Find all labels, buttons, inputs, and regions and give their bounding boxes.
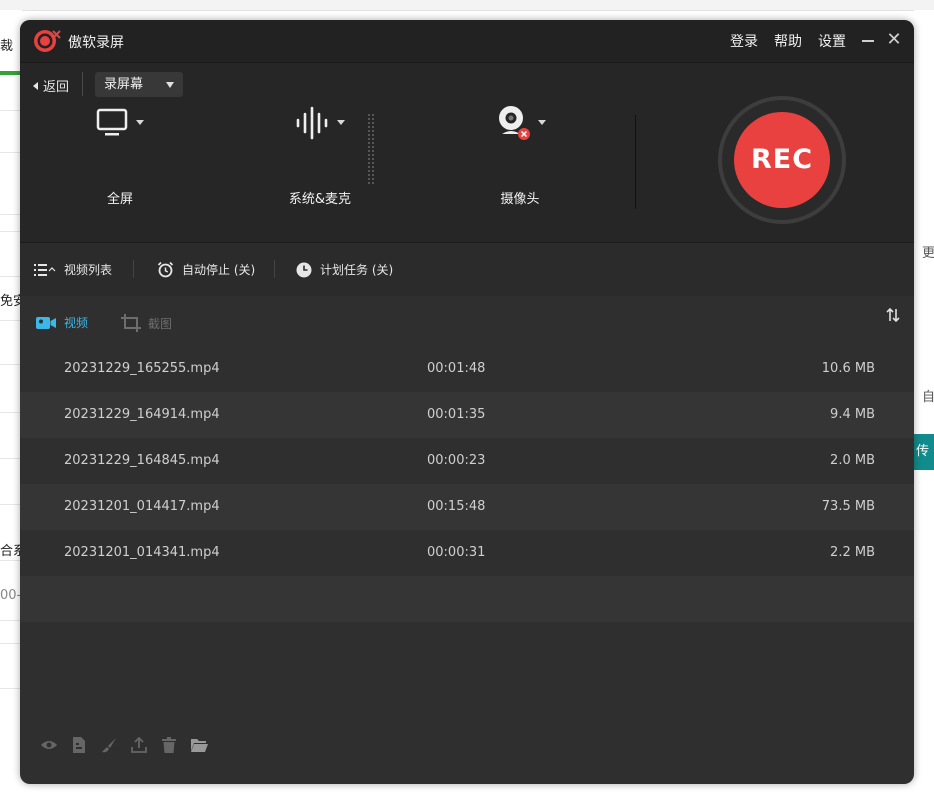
clock-icon xyxy=(296,262,312,277)
table-row[interactable]: 20231201_014417.mp4 00:15:48 73.5 MB xyxy=(20,484,914,530)
crop-icon xyxy=(121,314,141,332)
file-duration: 00:15:48 xyxy=(427,499,486,514)
alarm-clock-icon xyxy=(157,261,174,278)
preview-button[interactable] xyxy=(40,736,58,754)
source-label: 系统&麦克 xyxy=(288,192,352,207)
browser-bookmarks-bar xyxy=(0,0,934,11)
tab-video[interactable]: 视频 xyxy=(36,314,88,331)
file-size: 2.0 MB xyxy=(830,453,875,468)
divider xyxy=(635,115,636,209)
file-icon xyxy=(73,737,85,753)
close-button[interactable]: ✕ xyxy=(886,31,902,49)
divider xyxy=(133,260,134,278)
file-size: 9.4 MB xyxy=(830,407,875,422)
record-mode-value: 录屏幕 xyxy=(104,77,144,92)
media-tabs: 视频 截图 xyxy=(20,296,914,348)
record-mode-select[interactable]: 录屏幕 xyxy=(95,72,183,97)
recordings-list: 20231229_165255.mp4 00:01:48 10.6 MB 202… xyxy=(20,346,914,622)
video-camera-icon xyxy=(36,316,56,329)
recorder-window: 傲软录屏 登录 帮助 设置 ✕ 返回 录屏幕 全屏 系统&麦克 摄像头 REC … xyxy=(20,20,914,784)
file-duration: 00:01:48 xyxy=(427,361,486,376)
back-label: 返回 xyxy=(43,80,70,95)
file-info-button[interactable] xyxy=(70,736,88,754)
divider xyxy=(82,72,83,96)
volume-meter xyxy=(367,113,375,185)
tab-screenshot[interactable]: 截图 xyxy=(121,314,172,332)
source-audio[interactable]: 系统&麦克 xyxy=(270,106,370,208)
background-teal-button: 传 xyxy=(914,434,934,470)
background-text: 裁 xyxy=(0,39,14,54)
tab-screenshot-label: 截图 xyxy=(148,316,173,331)
file-duration: 00:01:35 xyxy=(427,407,486,422)
background-accent-bar xyxy=(0,71,22,75)
chevron-down-icon xyxy=(166,82,174,88)
chevron-down-icon[interactable] xyxy=(538,120,546,125)
folder-icon xyxy=(190,739,208,752)
chevron-down-icon[interactable] xyxy=(136,120,144,125)
schedule-task-label: 计划任务 (关) xyxy=(320,263,394,277)
file-duration: 00:00:31 xyxy=(427,545,486,560)
background-text: 自 xyxy=(922,390,934,405)
file-name: 20231229_165255.mp4 xyxy=(64,361,220,376)
auto-stop-option[interactable]: 自动停止 (关) xyxy=(157,261,255,278)
recording-controls: 返回 录屏幕 全屏 系统&麦克 摄像头 REC xyxy=(20,63,914,242)
app-title: 傲软录屏 xyxy=(68,35,124,51)
minimize-button[interactable] xyxy=(862,40,874,42)
webcam-icon xyxy=(499,106,530,140)
options-bar: 视频列表 自动停止 (关) 计划任务 (关) xyxy=(20,242,914,297)
auto-stop-label: 自动停止 (关) xyxy=(182,263,256,277)
login-button[interactable]: 登录 xyxy=(730,31,758,51)
file-size: 73.5 MB xyxy=(821,499,875,514)
upload-icon xyxy=(131,737,147,753)
file-toolbar xyxy=(40,736,208,754)
source-webcam[interactable]: 摄像头 xyxy=(470,106,570,208)
app-logo-icon xyxy=(34,30,61,52)
list-icon xyxy=(34,263,56,276)
trash-icon xyxy=(162,737,176,753)
video-list-label: 视频列表 xyxy=(64,263,113,277)
eye-icon xyxy=(41,741,57,749)
background-page-left: 裁 免安 合系 00- xyxy=(0,10,26,804)
title-bar[interactable]: 傲软录屏 登录 帮助 设置 ✕ xyxy=(20,20,914,63)
file-size: 2.2 MB xyxy=(830,545,875,560)
file-size: 10.6 MB xyxy=(821,361,875,376)
edit-button[interactable] xyxy=(100,736,118,754)
monitor-icon xyxy=(96,108,128,136)
open-folder-button[interactable] xyxy=(190,736,208,754)
sort-button[interactable] xyxy=(886,307,900,326)
back-arrow-icon xyxy=(33,81,38,90)
table-row[interactable]: 20231229_165255.mp4 00:01:48 10.6 MB xyxy=(20,346,914,392)
file-duration: 00:00:23 xyxy=(427,453,486,468)
empty-row xyxy=(20,576,914,622)
back-button[interactable]: 返回 xyxy=(33,76,69,95)
settings-button[interactable]: 设置 xyxy=(818,31,846,51)
chevron-down-icon[interactable] xyxy=(337,120,345,125)
source-fullscreen[interactable]: 全屏 xyxy=(70,108,170,208)
background-text: 更 xyxy=(922,246,934,261)
help-button[interactable]: 帮助 xyxy=(774,31,802,51)
file-name: 20231201_014341.mp4 xyxy=(64,545,220,560)
delete-button[interactable] xyxy=(160,736,178,754)
divider xyxy=(274,260,275,278)
source-label: 全屏 xyxy=(106,192,133,207)
background-text: 00- xyxy=(0,588,22,603)
background-page-right: 更 自 传 xyxy=(914,10,934,804)
tab-video-label: 视频 xyxy=(64,316,89,330)
audio-wave-icon xyxy=(296,106,328,140)
table-row[interactable]: 20231201_014341.mp4 00:00:31 2.2 MB xyxy=(20,530,914,576)
table-row[interactable]: 20231229_164914.mp4 00:01:35 9.4 MB xyxy=(20,392,914,438)
schedule-task-option[interactable]: 计划任务 (关) xyxy=(296,261,393,278)
rec-button-ring: REC xyxy=(718,96,846,224)
file-name: 20231229_164845.mp4 xyxy=(64,453,220,468)
sort-arrows-icon xyxy=(886,307,900,323)
upload-button[interactable] xyxy=(130,736,148,754)
brush-icon xyxy=(102,738,116,753)
table-row[interactable]: 20231229_164845.mp4 00:00:23 2.0 MB xyxy=(20,438,914,484)
file-name: 20231229_164914.mp4 xyxy=(64,407,220,422)
file-name: 20231201_014417.mp4 xyxy=(64,499,220,514)
source-label: 摄像头 xyxy=(500,192,540,207)
rec-button[interactable]: REC xyxy=(734,112,830,208)
video-list-toggle[interactable]: 视频列表 xyxy=(34,261,112,278)
